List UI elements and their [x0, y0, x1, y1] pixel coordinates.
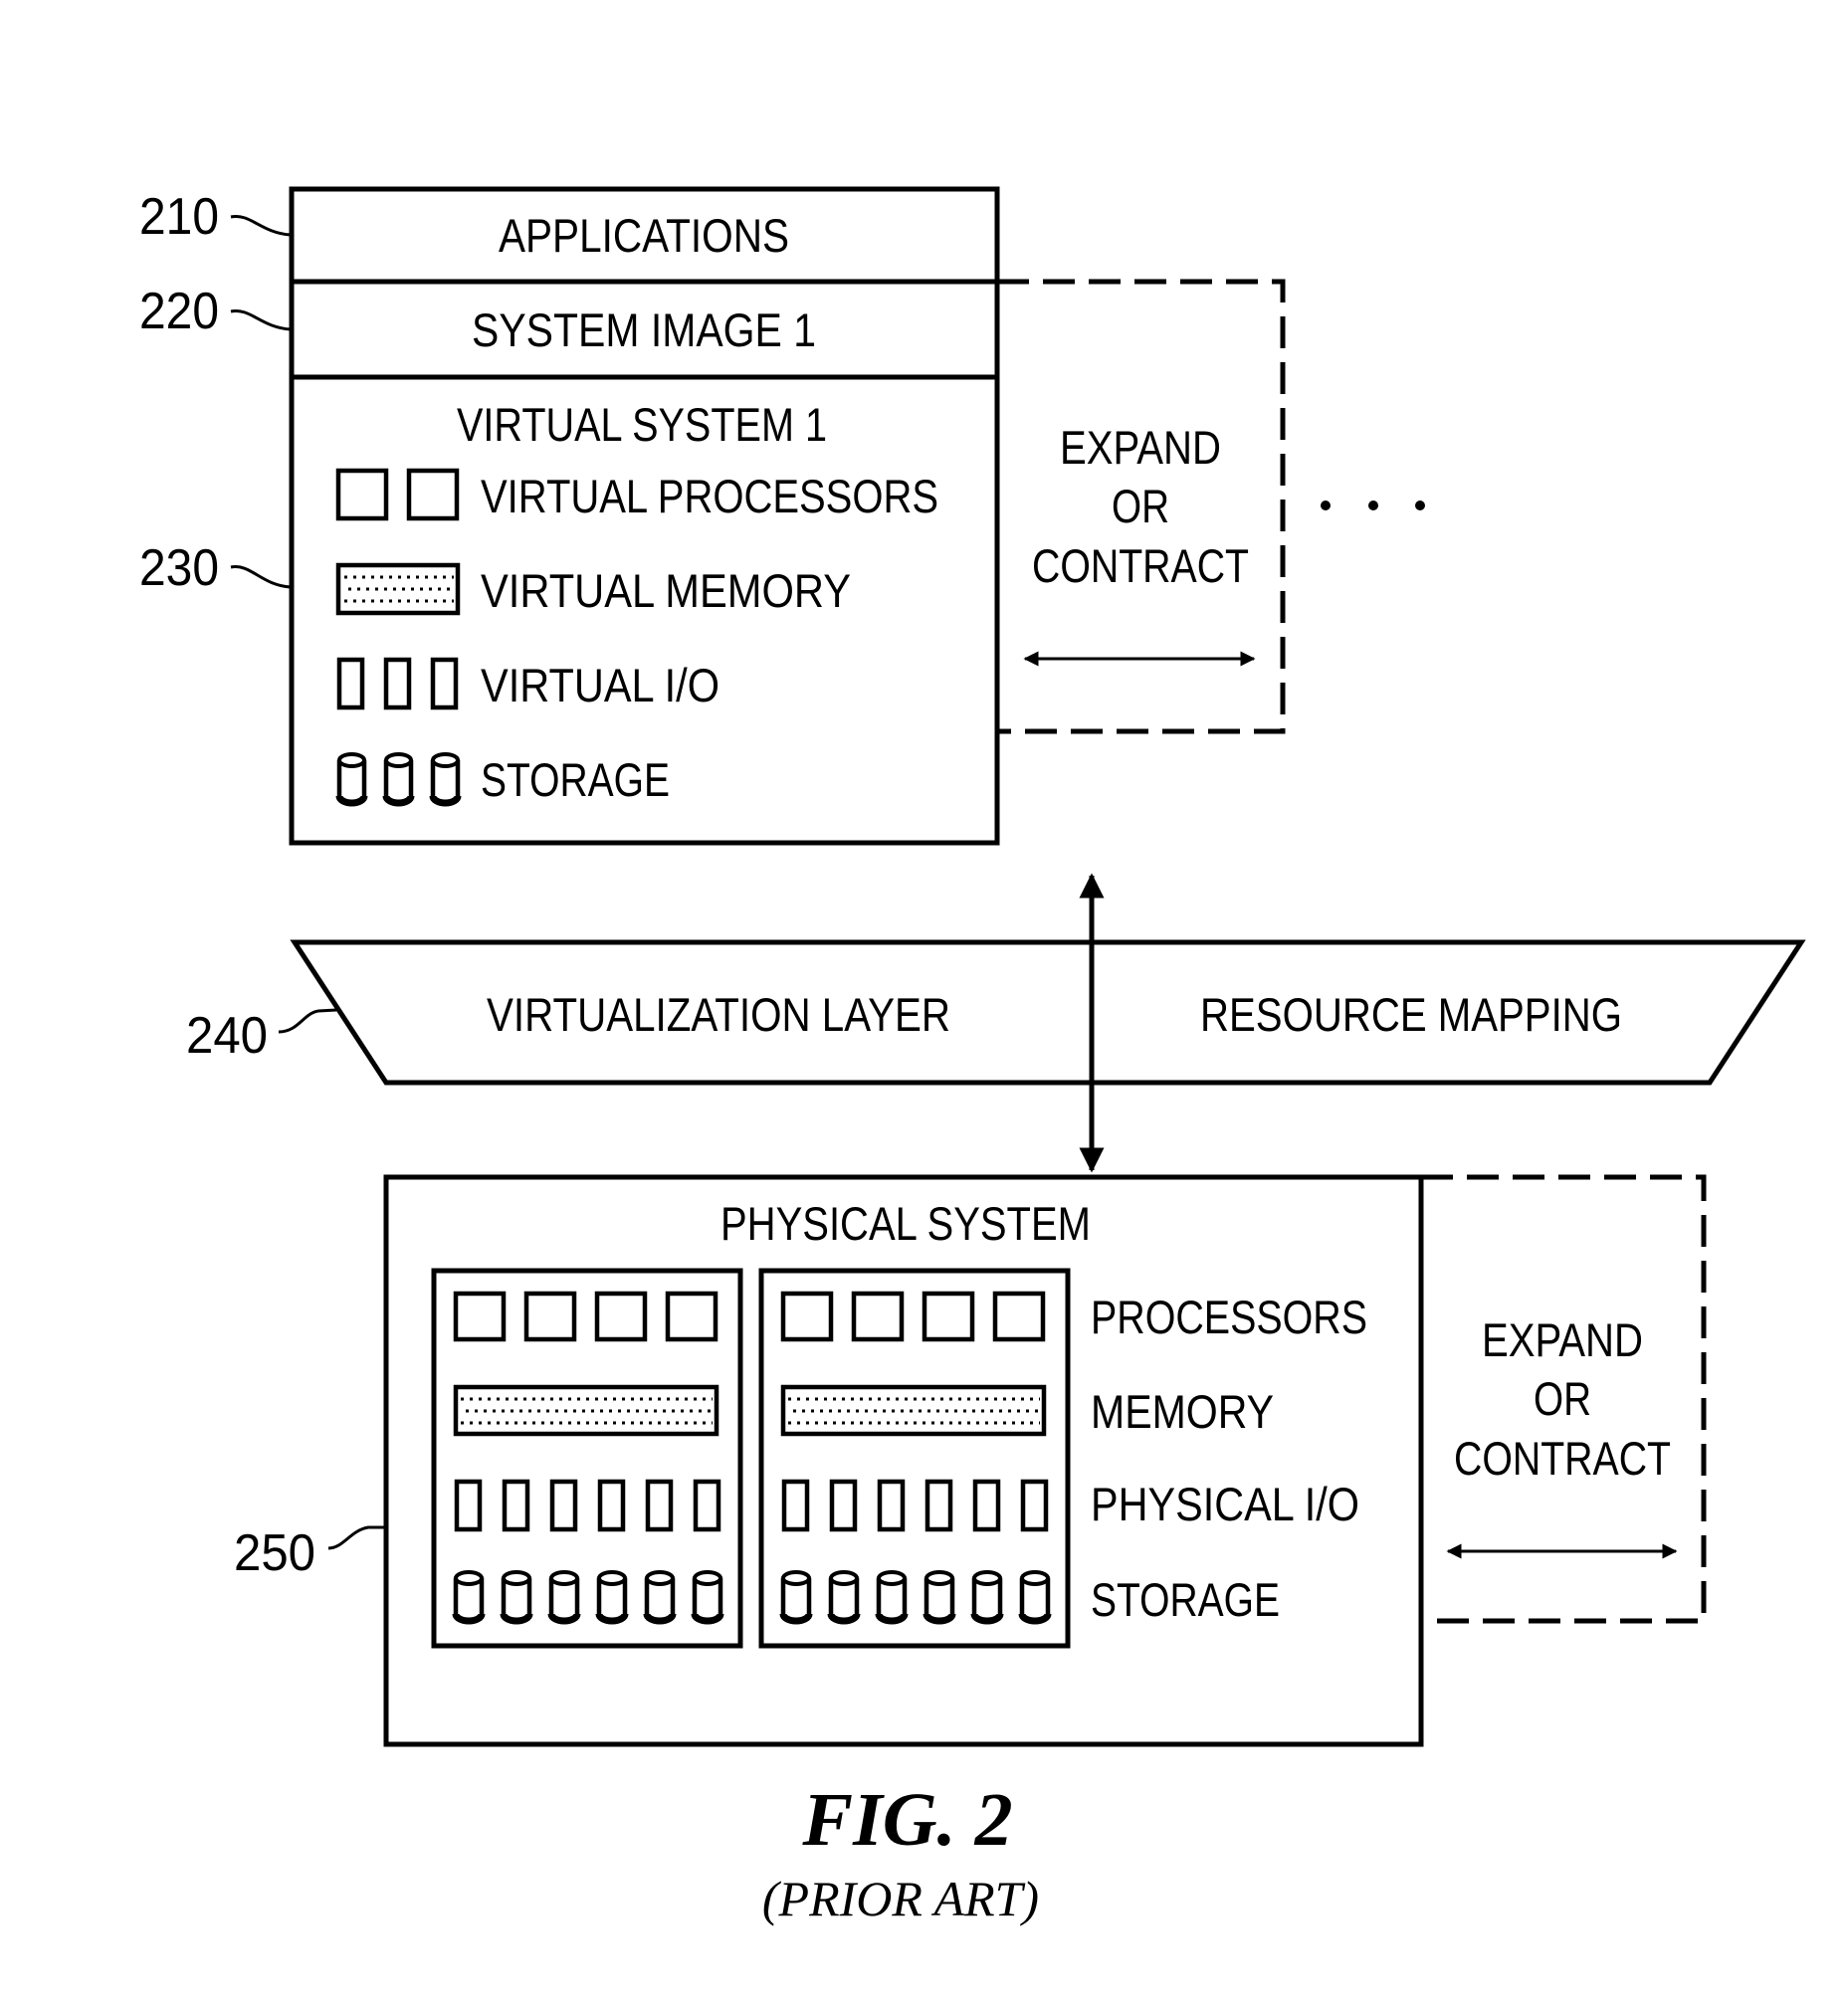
leader-220 [230, 309, 292, 331]
physical-processors-label: PROCESSORS [1091, 1291, 1367, 1343]
physical-system-title: PHYSICAL SYSTEM [720, 1197, 1091, 1250]
physical-io-label: PHYSICAL I/O [1091, 1478, 1359, 1530]
storage-icon [970, 1570, 1004, 1625]
virtualization-diagram: APPLICATIONS SYSTEM IMAGE 1 VIRTUAL SYST… [139, 186, 1806, 1926]
applications-layer: APPLICATIONS [499, 209, 789, 262]
virtual-memory-label: VIRTUAL MEMORY [481, 564, 851, 617]
memory-icon [453, 1384, 719, 1437]
storage-icon [547, 1570, 581, 1625]
numeral-250: 250 [234, 1524, 315, 1582]
storage-icon [875, 1570, 909, 1625]
storage-icon [382, 752, 415, 807]
ellipsis-dot [1415, 501, 1425, 510]
leader-230 [230, 565, 292, 589]
figure-subcaption: (PRIOR ART) [762, 1871, 1039, 1926]
figure-caption: FIG. 2 [801, 1778, 1012, 1862]
processor-icon [780, 1291, 1046, 1342]
numeral-240: 240 [186, 1007, 268, 1065]
storage-icon [429, 752, 462, 807]
memory-icon [335, 562, 461, 616]
virtual-expand-line-2: OR [1112, 480, 1169, 532]
numeral-210: 210 [139, 188, 219, 246]
leader-210 [230, 215, 292, 237]
system-image-layer: SYSTEM IMAGE 1 [472, 303, 816, 356]
storage-icon [691, 1570, 724, 1625]
physical-expand-line-1: EXPAND [1482, 1313, 1643, 1366]
virtual-io-label: VIRTUAL I/O [481, 659, 719, 711]
io-icon [336, 657, 459, 710]
physical-memory-label: MEMORY [1091, 1385, 1274, 1438]
virtual-expand-line-3: CONTRACT [1032, 539, 1249, 592]
physical-unit [758, 1268, 1071, 1649]
physical-system-outline [383, 1174, 1424, 1747]
leader-240 [278, 1008, 337, 1034]
numeral-220: 220 [139, 283, 219, 340]
numeral-230: 230 [139, 539, 219, 597]
ellipsis [1321, 501, 1425, 510]
ellipsis-dot [1321, 501, 1331, 510]
reference-numerals-top: 210 220 230 [139, 188, 292, 597]
physical-expand-region: EXPAND OR CONTRACT [1421, 1174, 1707, 1624]
processor-icon [453, 1291, 719, 1342]
leader-250 [327, 1525, 386, 1550]
io-icon [454, 1479, 721, 1532]
physical-system: PHYSICAL SYSTEM PROCESSORS MEMORY PHYSIC… [234, 1174, 1424, 1747]
storage-icon [452, 1570, 486, 1625]
processor-icon [335, 468, 460, 521]
storage-icon [1018, 1570, 1052, 1625]
virtual-storage-label: STORAGE [481, 753, 670, 806]
virtualization-layer: VIRTUALIZATION LAYER RESOURCE MAPPING 24… [186, 939, 1806, 1086]
virtualization-layer-label: VIRTUALIZATION LAYER [487, 988, 950, 1041]
physical-unit [431, 1268, 743, 1649]
ellipsis-dot [1368, 501, 1378, 510]
io-icon [781, 1479, 1049, 1532]
resource-mapping-label: RESOURCE MAPPING [1200, 988, 1622, 1041]
virtual-stack: APPLICATIONS SYSTEM IMAGE 1 VIRTUAL SYST… [289, 186, 1000, 846]
physical-expand-line-2: OR [1534, 1372, 1591, 1425]
storage-icon [335, 752, 368, 807]
virtual-system-title: VIRTUAL SYSTEM 1 [457, 398, 827, 451]
storage-icon [335, 752, 462, 807]
virtual-expand-line-1: EXPAND [1060, 421, 1221, 474]
physical-expand-line-3: CONTRACT [1454, 1432, 1671, 1485]
storage-icon [595, 1570, 629, 1625]
physical-storage-label: STORAGE [1091, 1573, 1280, 1626]
storage-icon [643, 1570, 677, 1625]
storage-icon [779, 1570, 813, 1625]
virtual-processors-label: VIRTUAL PROCESSORS [481, 470, 938, 522]
storage-icon [827, 1570, 861, 1625]
storage-icon [500, 1570, 533, 1625]
memory-icon [780, 1384, 1047, 1437]
virtual-expand-region: EXPAND OR CONTRACT [997, 279, 1286, 734]
storage-icon [923, 1570, 956, 1625]
